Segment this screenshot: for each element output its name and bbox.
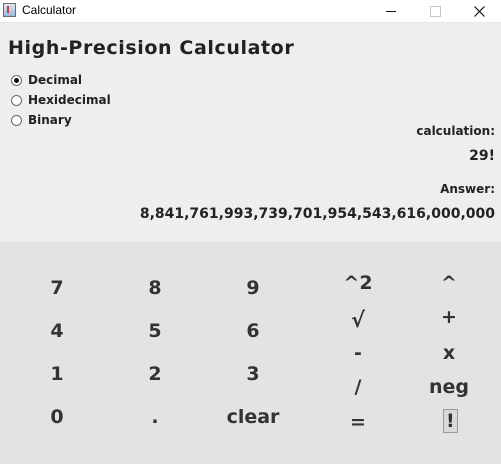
key-5[interactable]: 5 bbox=[125, 320, 185, 342]
key-power[interactable]: ^ bbox=[419, 272, 479, 294]
keypad: 7 4 1 0 8 5 2 . 9 6 3 clear ^2 √ - / = ^… bbox=[0, 242, 501, 464]
radio-button-checked[interactable] bbox=[11, 74, 22, 86]
calculation-label: calculation: bbox=[416, 124, 495, 138]
radio-button[interactable] bbox=[11, 94, 22, 106]
key-square-root[interactable]: √ bbox=[328, 308, 388, 332]
key-square[interactable]: ^2 bbox=[328, 272, 388, 294]
radio-hexidecimal[interactable]: Hexidecimal bbox=[11, 92, 111, 108]
calculation-value: 29! bbox=[469, 148, 495, 164]
key-minus[interactable]: - bbox=[328, 342, 388, 364]
radio-decimal[interactable]: Decimal bbox=[11, 72, 82, 88]
close-icon bbox=[473, 5, 485, 17]
display-panel: High-Precision Calculator Decimal Hexide… bbox=[0, 23, 501, 242]
window-title: Calculator bbox=[22, 3, 77, 17]
radio-button[interactable] bbox=[11, 114, 22, 126]
key-8[interactable]: 8 bbox=[125, 277, 185, 299]
key-2[interactable]: 2 bbox=[125, 363, 185, 385]
radio-binary-label: Binary bbox=[28, 113, 72, 127]
maximize-icon bbox=[429, 5, 441, 17]
key-factorial[interactable]: ! bbox=[443, 409, 458, 433]
window-title-bar: Calculator bbox=[0, 0, 501, 23]
java-app-icon bbox=[3, 3, 16, 17]
key-6[interactable]: 6 bbox=[223, 320, 283, 342]
answer-label: Answer: bbox=[440, 182, 495, 196]
key-9[interactable]: 9 bbox=[223, 277, 283, 299]
close-button[interactable] bbox=[456, 0, 501, 22]
key-equals[interactable]: = bbox=[328, 411, 388, 433]
answer-value: 8,841,761,993,739,701,954,543,616,000,00… bbox=[139, 206, 495, 222]
key-1[interactable]: 1 bbox=[27, 363, 87, 385]
page-title: High-Precision Calculator bbox=[8, 37, 295, 59]
radio-decimal-label: Decimal bbox=[28, 73, 83, 87]
key-negate[interactable]: neg bbox=[419, 376, 479, 398]
key-0[interactable]: 0 bbox=[27, 406, 87, 428]
key-multiply[interactable]: x bbox=[419, 342, 479, 364]
minimize-button[interactable] bbox=[368, 0, 414, 22]
minimize-icon bbox=[386, 10, 396, 12]
key-plus[interactable]: + bbox=[419, 306, 479, 328]
radio-binary[interactable]: Binary bbox=[11, 112, 72, 128]
clear-button[interactable]: clear bbox=[223, 406, 283, 428]
key-7[interactable]: 7 bbox=[27, 277, 87, 299]
key-decimal-point[interactable]: . bbox=[125, 406, 185, 428]
key-3[interactable]: 3 bbox=[223, 363, 283, 385]
maximize-button[interactable] bbox=[412, 0, 458, 22]
key-4[interactable]: 4 bbox=[27, 320, 87, 342]
radio-hexidecimal-label: Hexidecimal bbox=[28, 93, 111, 107]
key-divide[interactable]: / bbox=[328, 376, 388, 398]
